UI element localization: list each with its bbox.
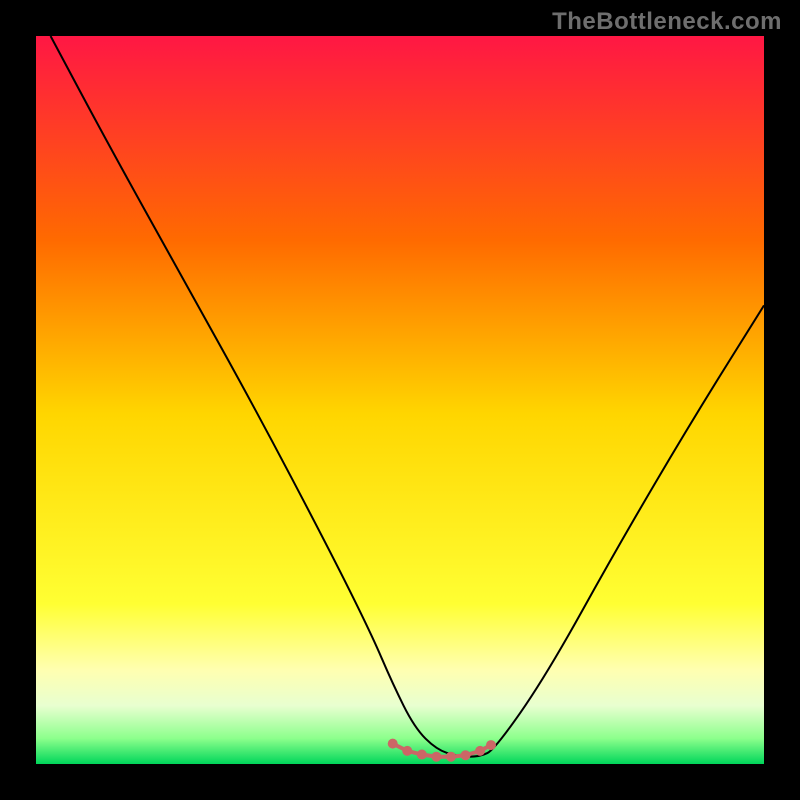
- watermark-text: TheBottleneck.com: [552, 8, 782, 36]
- chart-stage: TheBottleneck.com: [0, 0, 800, 800]
- plot-svg: [36, 36, 764, 764]
- plot-area: [36, 36, 764, 764]
- gradient-background: [36, 36, 764, 764]
